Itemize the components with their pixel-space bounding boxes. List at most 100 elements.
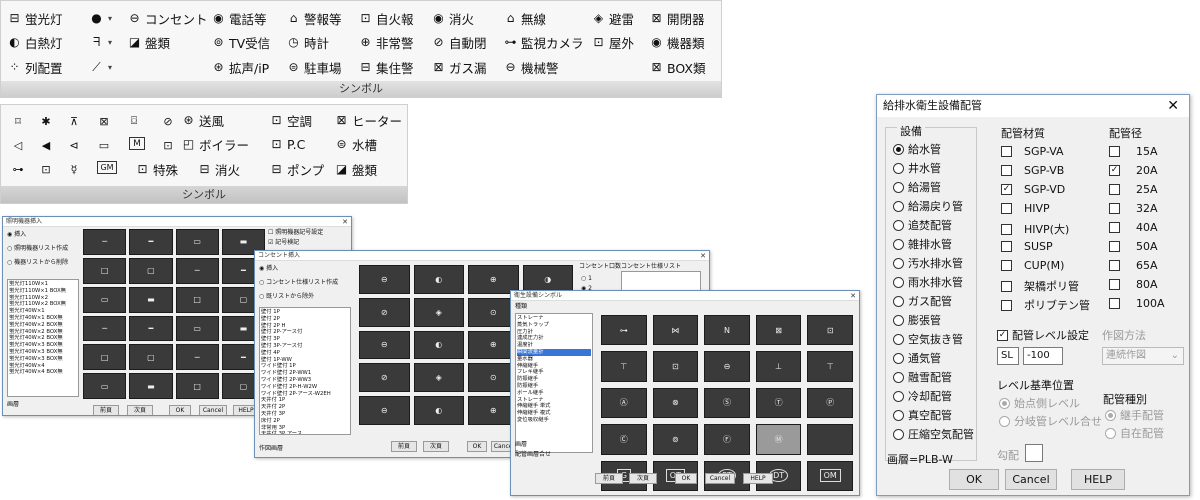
lightning-button[interactable]: ◈ 避雷: [591, 7, 634, 29]
level-value-field[interactable]: -100: [1023, 347, 1063, 365]
equipment-radio[interactable]: 給湯管: [893, 179, 941, 195]
list-item[interactable]: 伸縮継手 複式: [517, 410, 591, 417]
pc-button[interactable]: ⊡ P.C: [269, 133, 305, 155]
material-checkbox[interactable]: ✓ SGP-VD: [1001, 183, 1065, 196]
gm-icon[interactable]: GM: [97, 161, 117, 174]
motor-icon[interactable]: M: [129, 137, 145, 150]
symbol-cell[interactable]: ─: [175, 257, 219, 284]
symbol-cell[interactable]: ▬: [129, 286, 173, 313]
switch-button[interactable]: ⊠ 開閉器: [649, 7, 704, 29]
boiler-button[interactable]: ◰ ボイラー: [181, 133, 249, 155]
next-page-button[interactable]: 次頁: [423, 441, 449, 452]
material-checkbox[interactable]: 架橋ポリ管: [1001, 278, 1079, 294]
list-item[interactable]: 量水器: [517, 356, 591, 363]
symbol-cell[interactable]: Ⓜ: [755, 424, 802, 455]
diameter-checkbox[interactable]: 65A: [1109, 259, 1158, 272]
list-item[interactable]: 防振継手: [517, 376, 591, 383]
list-item[interactable]: 蛍光灯110W×1 BOX無: [9, 288, 77, 295]
fan-coil-icon[interactable]: ✱: [37, 113, 55, 129]
diameter-checkbox[interactable]: 100A: [1109, 297, 1165, 310]
ref-start-radio[interactable]: 始点側レベル: [999, 395, 1080, 411]
list-item[interactable]: ワイド壁付 2P-WW1: [261, 370, 349, 377]
material-checkbox[interactable]: SGP-VB: [1001, 164, 1064, 177]
heater-bar-icon[interactable]: ▭: [95, 137, 113, 153]
list-item[interactable]: 天井付 2P: [261, 404, 349, 411]
symbol-cell[interactable]: ▬: [129, 373, 173, 399]
diameter-checkbox[interactable]: 40A: [1109, 221, 1158, 234]
outlet-button[interactable]: ⊖ コンセント: [127, 7, 207, 29]
symbol-cell[interactable]: ⊘: [359, 363, 410, 393]
symbol-cell[interactable]: ─: [175, 344, 219, 371]
close-icon[interactable]: ✕: [700, 251, 706, 261]
symbol-cell[interactable]: ⊤: [807, 351, 853, 382]
symbol-cell[interactable]: ━: [129, 315, 173, 342]
wire-dropdown[interactable]: ᖷ ▾: [89, 31, 112, 53]
symbol-cell[interactable]: ⊗: [652, 387, 699, 419]
symbol-cell[interactable]: OM: [807, 460, 853, 491]
symbol-cell[interactable]: □: [83, 344, 127, 371]
equipment-radio[interactable]: 雑排水管: [893, 236, 952, 252]
list-item[interactable]: 蛍光灯40W×1: [9, 308, 77, 315]
ref-branch-radio[interactable]: 分岐管レベル合せ: [999, 413, 1102, 429]
alarm-button[interactable]: ⌂ 警報等: [286, 7, 342, 29]
slope-field[interactable]: [1025, 444, 1043, 462]
list-item[interactable]: 壁付 1P: [261, 309, 349, 316]
outdoor-button[interactable]: ⊡ 屋外: [591, 31, 634, 53]
ok-button[interactable]: OK: [169, 405, 191, 415]
symbol-cell[interactable]: ⊚: [652, 424, 699, 455]
list-item[interactable]: 瞬間流量計: [517, 348, 591, 356]
lighting-list[interactable]: 蛍光灯110W×1 蛍光灯110W×1 BOX無 蛍光灯110W×2 蛍光灯110W×…: [7, 279, 79, 397]
diameter-checkbox[interactable]: 80A: [1109, 278, 1158, 291]
cancel-button[interactable]: Cancel: [705, 473, 735, 484]
symbol-cell[interactable]: ◈: [413, 363, 464, 393]
list-item[interactable]: 蛍光灯40W×3 BOX無: [9, 342, 77, 349]
camera-button[interactable]: ⊶ 監視カメラ: [503, 31, 584, 53]
list-item[interactable]: 天井付 3P: [261, 411, 349, 418]
radio-spec-list[interactable]: ○ コンセント仕様リスト作成: [259, 279, 338, 287]
symbol-cell[interactable]: N: [704, 315, 750, 346]
radio-insert[interactable]: ◉ 挿入: [7, 231, 26, 239]
level-setting-checkbox[interactable]: ✓ 配管レベル設定: [997, 327, 1089, 343]
valve-left-icon[interactable]: ◁: [9, 137, 27, 153]
box-dot-icon[interactable]: ⊡: [37, 161, 55, 177]
water-tank-button[interactable]: ⊜ 水槽: [334, 133, 377, 155]
radio-list-create[interactable]: ○ 照明機器リスト作成: [7, 245, 68, 253]
connector-icon[interactable]: ⊶: [9, 161, 27, 177]
symbol-cell[interactable]: □: [83, 257, 127, 284]
fire-alarm-button[interactable]: ⊡ 自火報: [358, 7, 413, 29]
symbol-cell[interactable]: Ⓢ: [704, 387, 750, 419]
ok-button[interactable]: OK: [949, 469, 999, 490]
symbol-cell[interactable]: Ⓐ: [601, 387, 647, 419]
array-button[interactable]: ⁘ 列配置: [7, 56, 62, 78]
type-flexible-radio[interactable]: 自在配管: [1105, 425, 1164, 441]
diameter-checkbox[interactable]: 25A: [1109, 183, 1158, 196]
close-icon[interactable]: ✕: [342, 217, 348, 227]
symbol-cell[interactable]: Ⓕ: [704, 424, 750, 455]
prev-page-button[interactable]: 前頁: [391, 441, 417, 452]
ok-button[interactable]: OK: [675, 473, 697, 484]
material-checkbox[interactable]: HIVP: [1001, 202, 1050, 215]
machine-alarm-button[interactable]: ⊖ 機械警: [503, 56, 558, 78]
symbol-cell[interactable]: ⊘: [359, 297, 410, 327]
radio-insert[interactable]: ◉ 挿入: [259, 265, 278, 273]
box-x-icon[interactable]: ⊠: [95, 113, 113, 129]
symbol-cell[interactable]: ◐: [413, 396, 464, 425]
symbol-cell[interactable]: ◐: [413, 330, 464, 360]
diameter-checkbox[interactable]: 32A: [1109, 202, 1158, 215]
list-item[interactable]: 壁付 3P-アース付: [261, 343, 349, 350]
list-item[interactable]: 蛍光灯110W×1: [9, 281, 77, 288]
symbol-cell[interactable]: ⊤: [601, 351, 647, 382]
help-button[interactable]: HELP: [743, 473, 773, 484]
symbol-cell[interactable]: ━: [129, 229, 173, 255]
radio-list-delete[interactable]: ○ 機器リストから削除: [7, 259, 68, 267]
list-item[interactable]: ボール継手: [517, 390, 591, 397]
cancel-button[interactable]: Cancel: [1005, 469, 1057, 490]
box-button[interactable]: ⊠ BOX類: [649, 56, 705, 78]
valve-half-icon[interactable]: ⊲: [65, 137, 83, 153]
type-fitting-radio[interactable]: 継手配管: [1105, 407, 1164, 423]
ok-button[interactable]: OK: [467, 441, 487, 452]
list-item[interactable]: 蛍光灯40W×2 BOX無: [9, 322, 77, 329]
equipment-radio[interactable]: 冷却配管: [893, 388, 952, 404]
dot-dropdown[interactable]: ● ▾: [89, 7, 112, 29]
panel-hvac-button[interactable]: ◪ 盤類: [334, 158, 377, 180]
